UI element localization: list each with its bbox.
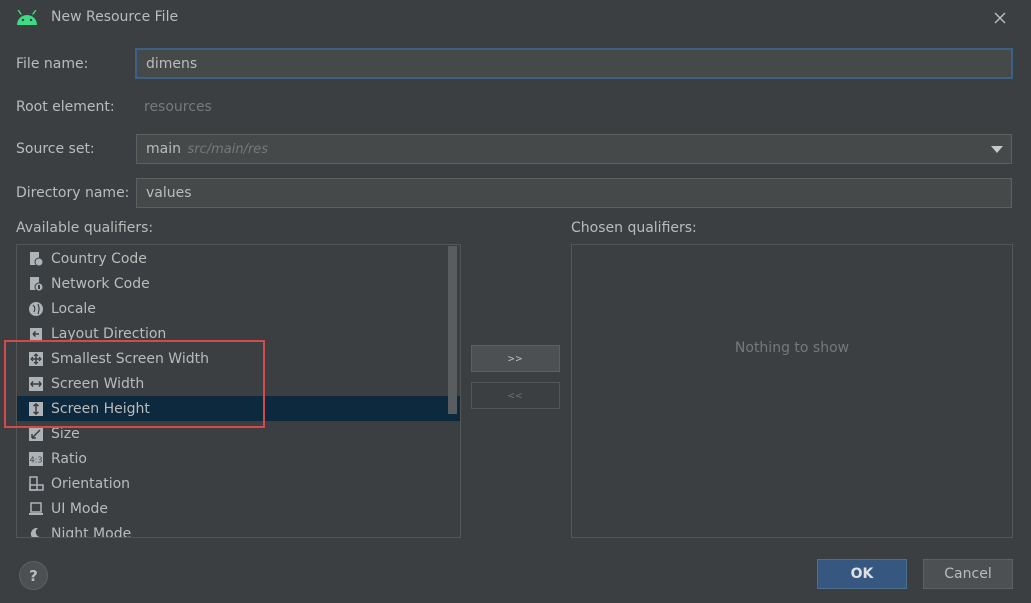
android-icon [17, 10, 37, 25]
highlight-annotation [4, 340, 265, 428]
qualifier-item[interactable]: Orientation [17, 471, 460, 496]
ok-button[interactable]: OK [817, 559, 907, 589]
empty-state-text: Nothing to show [734, 340, 850, 356]
window-title: New Resource File [51, 9, 179, 25]
qualifier-item[interactable]: UI Mode [17, 496, 460, 521]
qualifier-label: Orientation [51, 475, 131, 492]
qualifier-label: Network Code [51, 275, 150, 292]
add-qualifier-button[interactable]: >> [471, 345, 560, 372]
network-code-icon [28, 276, 44, 292]
file-name-label: File name: [16, 56, 89, 72]
qualifier-item[interactable]: Country Code [17, 246, 460, 271]
chevron-down-icon [991, 146, 1003, 153]
qualifier-item[interactable]: 4:3 Ratio [17, 446, 460, 471]
globe-icon [28, 301, 44, 317]
source-set-dropdown[interactable]: main src/main/res [136, 134, 1012, 164]
svg-text:4:3: 4:3 [30, 455, 43, 464]
directory-name-label: Directory name: [16, 185, 130, 201]
night-mode-icon [28, 526, 44, 537]
available-qualifiers-label: Available qualifiers: [16, 220, 154, 236]
file-name-input[interactable] [135, 48, 1013, 79]
orientation-icon [28, 475, 44, 492]
ui-mode-icon [28, 501, 44, 517]
source-set-label: Source set: [16, 141, 95, 157]
qualifier-item[interactable]: Locale [17, 296, 460, 321]
source-set-value: main [146, 141, 181, 157]
help-button[interactable]: ? [19, 561, 48, 590]
qualifier-item[interactable]: Network Code [17, 271, 460, 296]
qualifier-label: UI Mode [51, 500, 108, 517]
source-set-path: src/main/res [187, 142, 269, 157]
ratio-icon: 4:3 [28, 451, 44, 467]
remove-qualifier-button[interactable]: << [471, 382, 560, 409]
qualifier-label: Country Code [51, 250, 147, 267]
scrollbar-thumb[interactable] [448, 246, 457, 414]
qualifier-label: Locale [51, 300, 96, 317]
chosen-qualifiers-label: Chosen qualifiers: [571, 220, 697, 236]
directory-name-input[interactable] [136, 178, 1012, 208]
cancel-button[interactable]: Cancel [923, 559, 1013, 589]
root-element-label: Root element: [16, 99, 115, 115]
close-icon[interactable] [990, 8, 1010, 28]
qualifier-label: Night Mode [51, 525, 132, 538]
root-element-value: resources [144, 99, 212, 115]
qualifier-item[interactable]: Night Mode [17, 521, 460, 538]
country-code-icon [28, 251, 44, 267]
chosen-qualifiers-list[interactable]: Nothing to show [571, 244, 1013, 538]
qualifier-label: Ratio [51, 450, 87, 467]
